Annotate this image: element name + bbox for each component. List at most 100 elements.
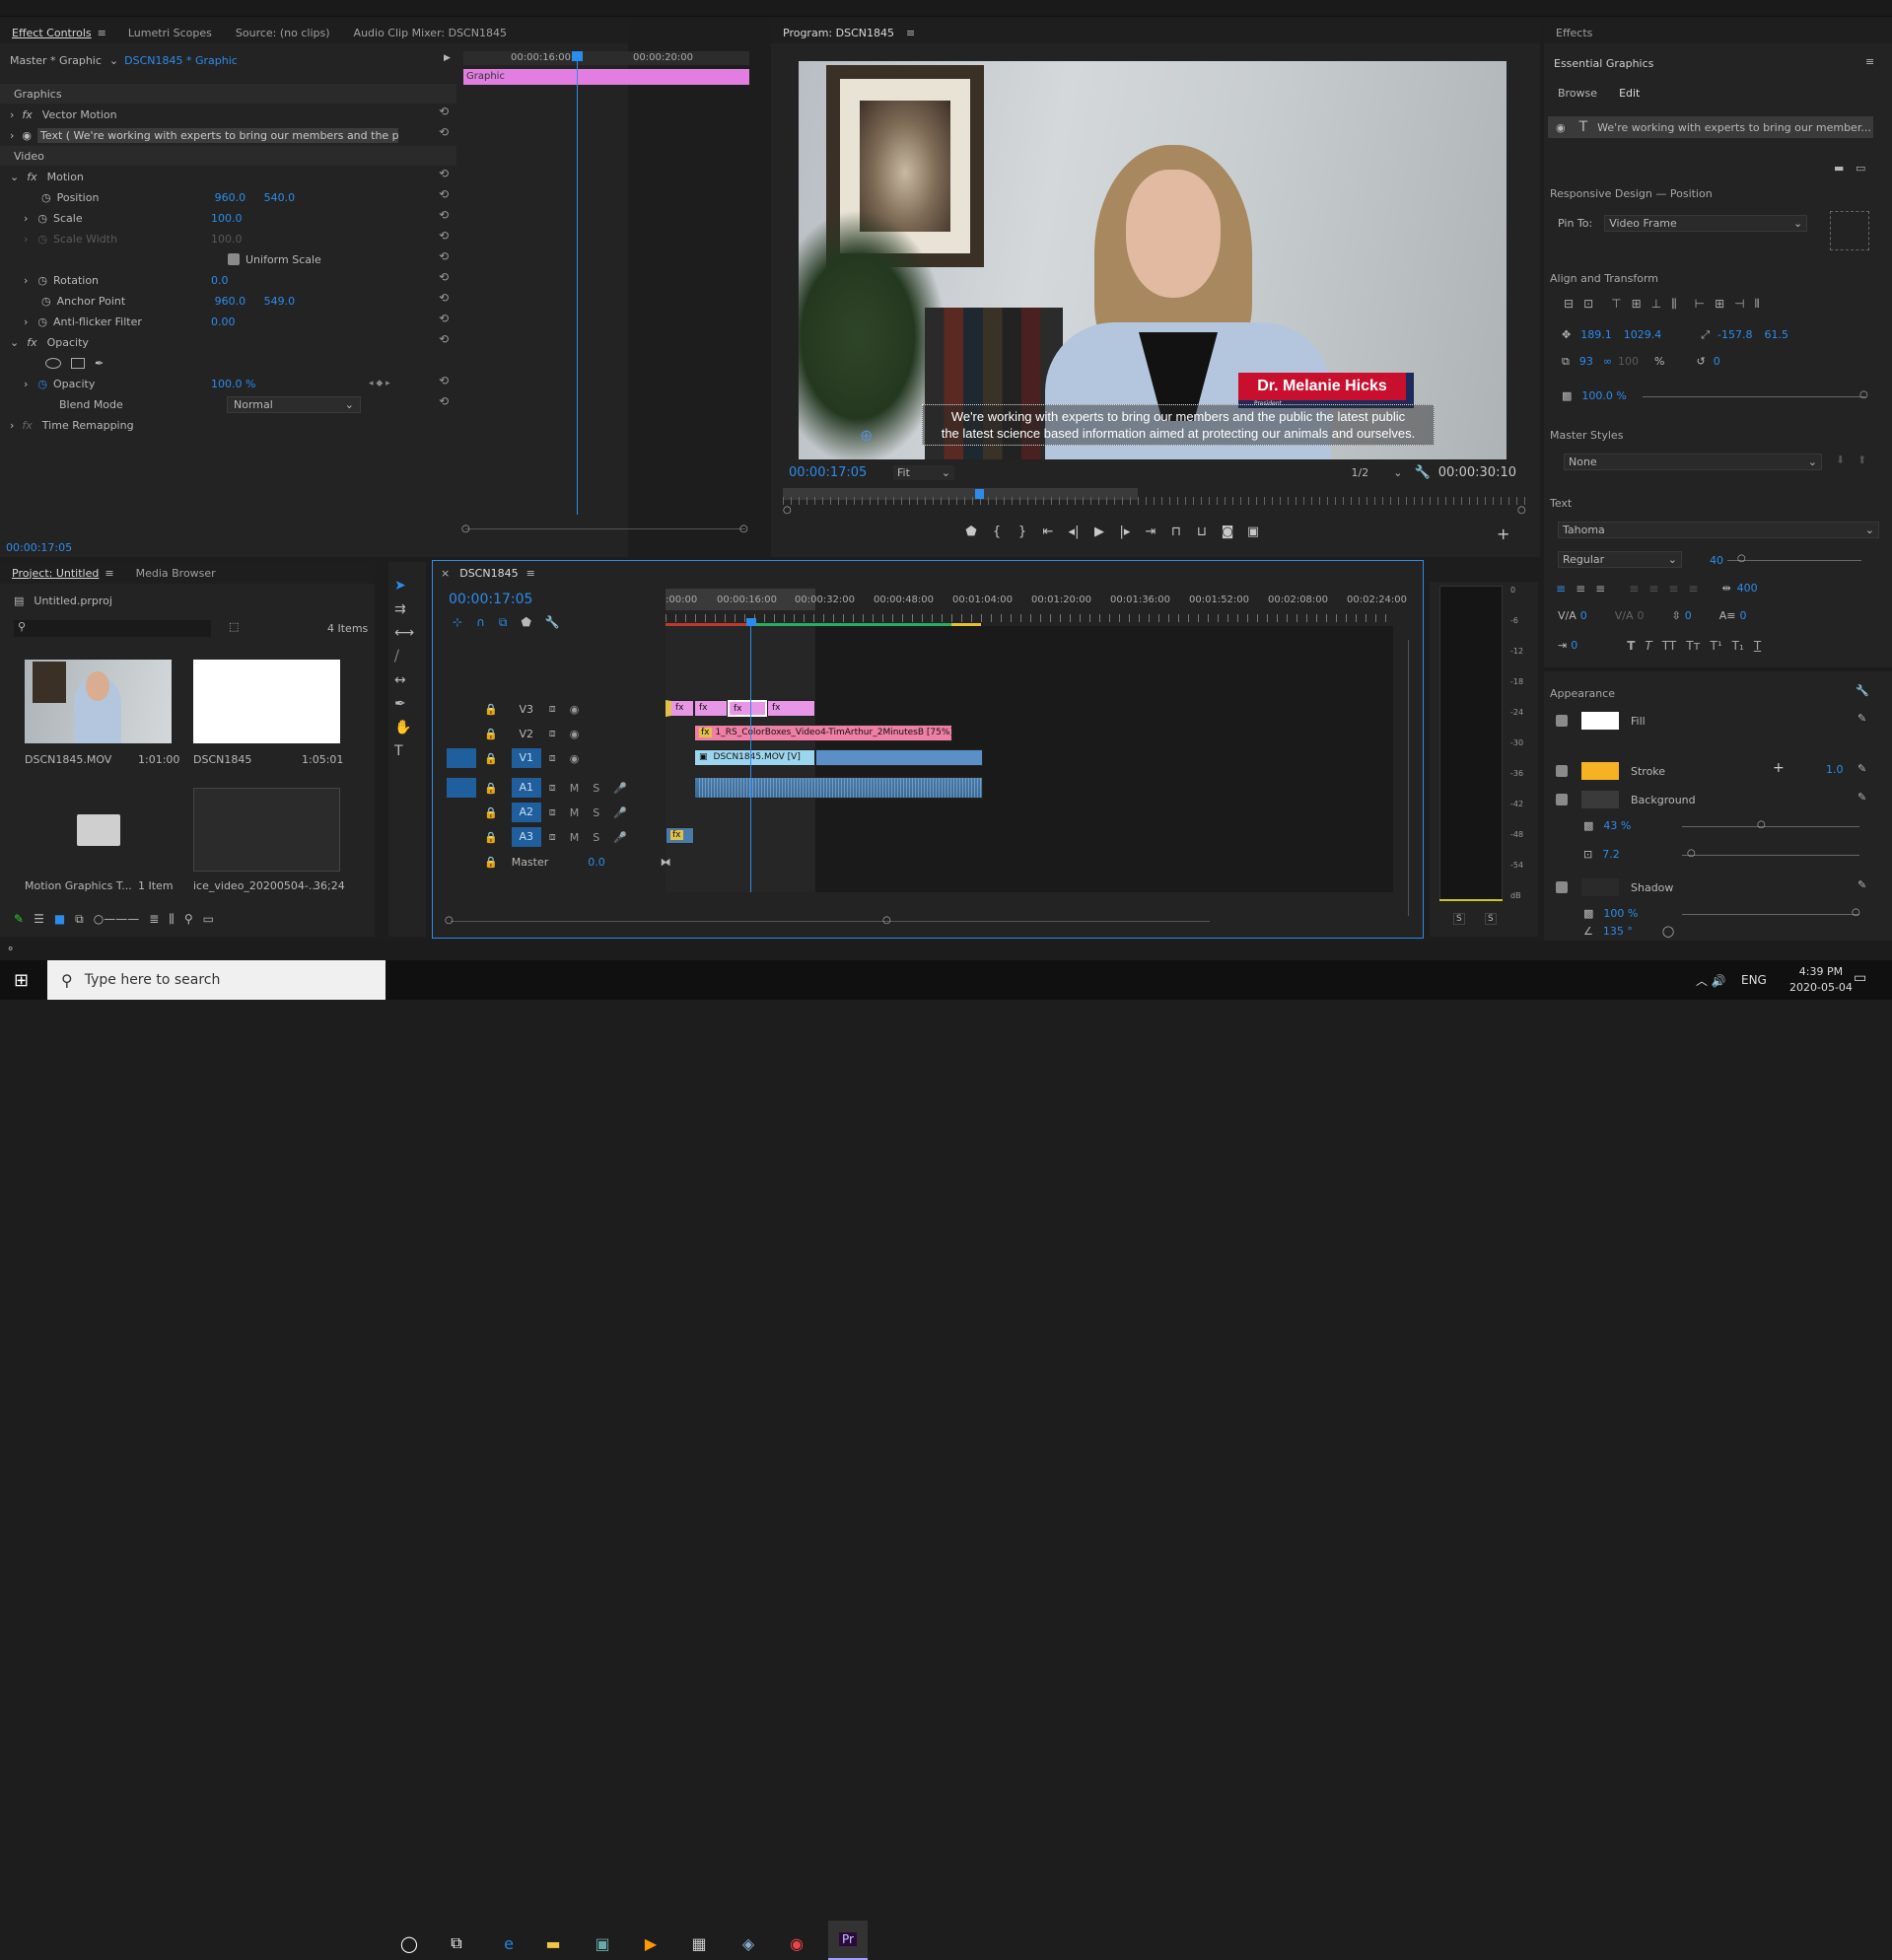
- ec-playhead[interactable]: [577, 51, 578, 515]
- tab-audio-clip-mixer[interactable]: Audio Clip Mixer: DSCN1845: [342, 27, 519, 39]
- scale-row[interactable]: › ◷ Scale 100.0: [24, 208, 243, 228]
- rotation-row[interactable]: › ◷ Rotation 0.0: [24, 270, 229, 290]
- tab-sequence[interactable]: DSCN1845: [459, 567, 518, 580]
- position-row[interactable]: ◷ Position 960.0 540.0: [41, 187, 295, 207]
- eyedropper-icon[interactable]: ✎: [1857, 762, 1866, 775]
- ec-scroll-track[interactable]: [465, 528, 745, 529]
- graphic-clip-bar[interactable]: Graphic: [463, 69, 749, 85]
- snap-icon[interactable]: ∩: [476, 615, 485, 630]
- play-arrow-icon[interactable]: ▶: [444, 53, 451, 63]
- lock-icon[interactable]: 🔒: [484, 806, 498, 819]
- eye-icon[interactable]: ◉: [570, 703, 580, 716]
- kerning-value[interactable]: 0: [1580, 609, 1587, 622]
- mic-icon[interactable]: 🎤: [613, 806, 627, 819]
- program-playhead[interactable]: [975, 489, 984, 499]
- antiflicker-value[interactable]: 0.00: [211, 315, 236, 328]
- tab-source[interactable]: Source: (no clips): [224, 27, 342, 39]
- step-forward-icon[interactable]: |▸: [1112, 525, 1138, 539]
- pencil-icon[interactable]: ✎: [14, 912, 24, 927]
- edge-icon[interactable]: e: [496, 1931, 522, 1955]
- caption-box[interactable]: We're working with experts to bring our …: [922, 404, 1435, 446]
- bg-size-slider[interactable]: [1682, 855, 1859, 856]
- task-view-icon[interactable]: ⧉: [444, 1931, 469, 1955]
- reset-icon[interactable]: ⟲: [439, 312, 449, 325]
- app-icon[interactable]: ◈: [736, 1931, 761, 1955]
- stroke-swatch[interactable]: [1581, 762, 1619, 780]
- linked-selection-icon[interactable]: ⧉: [499, 615, 508, 630]
- mic-icon[interactable]: 🎤: [613, 782, 627, 795]
- fx-icon[interactable]: fx: [27, 171, 36, 183]
- bg-opacity-slider[interactable]: [1682, 826, 1859, 827]
- reset-icon[interactable]: ⟲: [439, 270, 449, 284]
- shadow-opacity-value[interactable]: 100 %: [1603, 907, 1638, 920]
- tab-program[interactable]: Program: DSCN1845: [771, 27, 906, 39]
- extract-icon[interactable]: ⊔: [1189, 525, 1215, 539]
- eye-icon[interactable]: ◉: [570, 752, 580, 765]
- eg-scale-w[interactable]: 93: [1579, 355, 1593, 369]
- notifications-icon[interactable]: ▭: [1854, 970, 1866, 986]
- chevron-right-icon[interactable]: ›: [10, 108, 14, 121]
- mute-icon[interactable]: M: [570, 806, 580, 819]
- faux-italic-icon[interactable]: T: [1645, 639, 1651, 653]
- opacity-value[interactable]: 100.0 %: [211, 378, 369, 390]
- solo-right-button[interactable]: S: [1485, 913, 1497, 925]
- align-bottom-icon[interactable]: ⊥: [1651, 297, 1661, 312]
- sync-lock-icon[interactable]: ⧈: [549, 805, 556, 819]
- eg-opacity-slider-handle[interactable]: ○: [1859, 389, 1868, 400]
- stroke-checkbox[interactable]: [1556, 765, 1568, 777]
- language-label[interactable]: ENG: [1741, 973, 1767, 987]
- lock-icon[interactable]: 🔒: [484, 831, 498, 844]
- eye-icon[interactable]: ◉: [570, 728, 580, 740]
- track-label[interactable]: V1: [511, 748, 541, 768]
- stopwatch-icon[interactable]: ◷: [41, 191, 51, 204]
- clip-a3[interactable]: fx: [666, 827, 694, 844]
- stopwatch-icon[interactable]: ◷: [37, 378, 47, 390]
- distribute-icon[interactable]: ⫼: [1671, 297, 1677, 312]
- panel-menu-icon[interactable]: ≡: [105, 567, 113, 580]
- time-remap-row[interactable]: › fx Time Remapping: [10, 415, 134, 435]
- bg-opacity-slider-handle[interactable]: ○: [1757, 819, 1766, 830]
- eg-pos-y[interactable]: 1029.4: [1624, 328, 1662, 342]
- ec-playhead-head[interactable]: [572, 51, 583, 61]
- align-horizontal-center-icon[interactable]: ⊡: [1583, 297, 1593, 312]
- fx-icon[interactable]: fx: [27, 336, 36, 349]
- tab-project[interactable]: Project: Untitled: [0, 567, 110, 580]
- position-x-value[interactable]: 960.0: [215, 191, 264, 204]
- tab-width-value[interactable]: 0: [1571, 639, 1577, 653]
- mute-icon[interactable]: M: [570, 831, 580, 844]
- fit-select[interactable]: Fit ⌄: [893, 464, 954, 480]
- anchor-row[interactable]: ◷ Anchor Point 960.0 549.0: [41, 291, 295, 311]
- reset-icon[interactable]: ⟲: [439, 332, 449, 346]
- sync-lock-icon[interactable]: ⧈: [549, 830, 556, 844]
- cortana-icon[interactable]: ◯: [396, 1931, 422, 1955]
- vector-motion-row[interactable]: › fx Vector Motion: [10, 105, 117, 124]
- track-label[interactable]: V2: [512, 728, 541, 740]
- reset-icon[interactable]: ⟲: [439, 125, 449, 139]
- opacity-fx-row[interactable]: ⌄ fx Opacity: [10, 332, 89, 352]
- reset-icon[interactable]: ⟲: [439, 291, 449, 305]
- timeline-playhead[interactable]: [750, 626, 751, 892]
- track-label[interactable]: V3: [512, 703, 541, 716]
- pen-mask-icon[interactable]: ✒: [95, 357, 104, 370]
- font-size-slider-handle[interactable]: ○: [1737, 553, 1746, 564]
- reset-icon[interactable]: ⟲: [439, 394, 449, 408]
- link-icon[interactable]: ∞: [1603, 355, 1612, 369]
- align-right-icon[interactable]: ⊣: [1734, 297, 1744, 312]
- tray-icons[interactable]: ︿ 🔊: [1696, 972, 1726, 989]
- bg-size-value[interactable]: 7.2: [1602, 848, 1620, 861]
- timeline-timecode[interactable]: 00:00:17:05: [449, 592, 532, 607]
- reset-icon[interactable]: ⟲: [439, 249, 449, 263]
- add-marker-icon[interactable]: ⬟: [521, 615, 530, 630]
- export-frame-icon[interactable]: ◙: [1215, 525, 1240, 539]
- uniform-scale-row[interactable]: Uniform Scale: [228, 249, 321, 269]
- name-title-box[interactable]: Dr. Melanie Hicks: [1238, 373, 1414, 400]
- sync-lock-icon[interactable]: ⧈: [549, 727, 556, 740]
- text-layer-row[interactable]: › ◉ Text ( We're working with experts to…: [10, 125, 399, 145]
- type-tool-icon[interactable]: T: [394, 743, 414, 759]
- tab-media-browser[interactable]: Media Browser: [124, 567, 228, 580]
- thumb-folder[interactable]: [25, 788, 172, 872]
- clock[interactable]: 4:39 PM 2020-05-04: [1789, 964, 1853, 996]
- wrench-icon[interactable]: 🔧: [545, 615, 560, 630]
- chrome-icon[interactable]: ◉: [784, 1931, 809, 1955]
- fx-icon[interactable]: fx: [22, 108, 32, 121]
